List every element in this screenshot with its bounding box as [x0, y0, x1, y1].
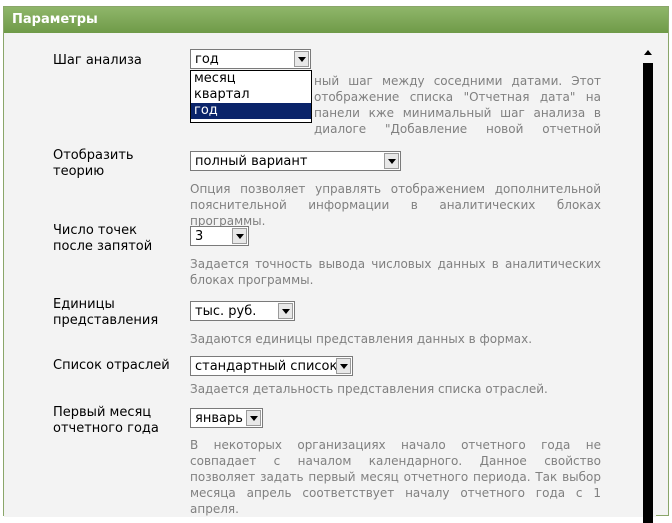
first-month-label: Первый месяц отчетного года	[53, 405, 159, 436]
scroll-up-arrow-icon[interactable]	[640, 45, 656, 61]
step-option-quarter[interactable]: квартал	[191, 87, 311, 103]
first-month-description: В некоторых организациях начало отчетног…	[190, 438, 601, 516]
step-dropdown-list[interactable]: месяц квартал год	[190, 70, 312, 123]
decimals-label: Число точек после запятой	[53, 223, 153, 254]
first-month-select[interactable]: январь	[190, 408, 263, 428]
units-select[interactable]: тыс. руб.	[190, 301, 295, 321]
theory-label: Отобразить теорию	[53, 148, 134, 179]
theory-description: Опция позволяет управлять отображением д…	[190, 182, 601, 228]
settings-content: Шаг анализа год ный шаг между соседними …	[4, 33, 640, 517]
settings-panel: Параметры Шаг анализа год ный шаг между …	[3, 6, 669, 523]
step-label: Шаг анализа	[53, 53, 142, 68]
chevron-down-icon[interactable]	[232, 228, 247, 244]
decimals-description: Задается точность вывода числовых данных…	[190, 257, 601, 287]
theory-select-value: полный вариант	[195, 154, 308, 169]
industries-select-value: стандартный список	[195, 359, 338, 374]
chevron-down-icon[interactable]	[294, 51, 309, 67]
industries-select[interactable]: стандартный список	[190, 356, 353, 376]
step-select[interactable]: год	[190, 49, 311, 69]
chevron-down-icon[interactable]	[384, 153, 399, 169]
units-label: Единицы представления	[53, 297, 159, 328]
chevron-down-icon[interactable]	[336, 358, 351, 374]
step-select-value: год	[195, 52, 219, 67]
industries-label: Список отраслей	[53, 358, 170, 373]
vertical-scrollbar[interactable]	[640, 33, 656, 523]
decimals-select[interactable]: 3	[190, 226, 249, 246]
units-select-value: тыс. руб.	[195, 304, 257, 319]
chevron-down-icon[interactable]	[278, 303, 293, 319]
step-option-year[interactable]: год	[191, 103, 311, 119]
industries-description: Задается детальность представления списк…	[190, 382, 548, 396]
first-month-select-value: январь	[195, 411, 243, 426]
theory-select[interactable]: полный вариант	[190, 151, 401, 171]
decimals-select-value: 3	[195, 229, 204, 244]
step-option-month[interactable]: месяц	[191, 71, 311, 87]
scrollbar-thumb[interactable]	[643, 63, 653, 523]
panel-title: Параметры	[4, 7, 668, 33]
chevron-down-icon[interactable]	[246, 410, 261, 426]
units-description: Задаются единицы представления данных в …	[190, 332, 533, 346]
step-description: ный шаг между соседними датами. Этот ото…	[314, 74, 601, 136]
